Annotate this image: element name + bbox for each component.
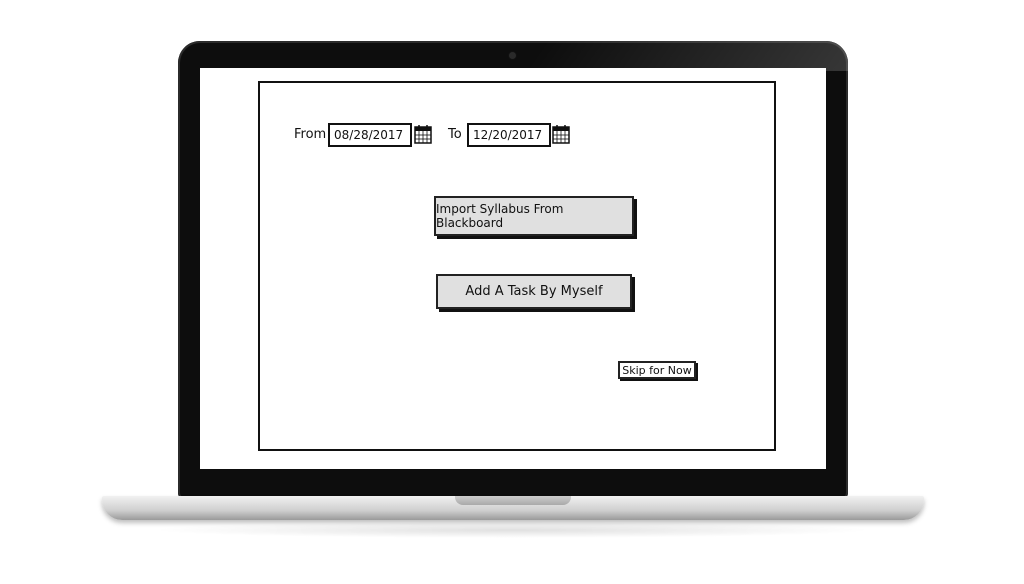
to-date-input[interactable]: 12/20/2017	[467, 123, 551, 147]
import-syllabus-button[interactable]: Import Syllabus From Blackboard	[434, 196, 634, 236]
laptop-shadow	[150, 522, 874, 538]
lid-glare	[523, 41, 848, 71]
wireframe-window: From 08/28/2017 To 12/20/2017 Import Syl…	[258, 81, 776, 451]
laptop-base	[102, 496, 924, 520]
add-task-button[interactable]: Add A Task By Myself	[436, 274, 632, 309]
from-date-input[interactable]: 08/28/2017	[328, 123, 412, 147]
laptop-notch	[455, 496, 571, 505]
from-label: From	[294, 127, 327, 142]
skip-button[interactable]: Skip for Now	[618, 361, 696, 379]
calendar-icon[interactable]	[414, 124, 432, 144]
camera-icon	[509, 52, 516, 59]
laptop-lid: From 08/28/2017 To 12/20/2017 Import Syl…	[178, 41, 848, 499]
to-label: To	[448, 127, 462, 142]
laptop-screen: From 08/28/2017 To 12/20/2017 Import Syl…	[200, 68, 826, 469]
calendar-icon[interactable]	[552, 124, 570, 144]
